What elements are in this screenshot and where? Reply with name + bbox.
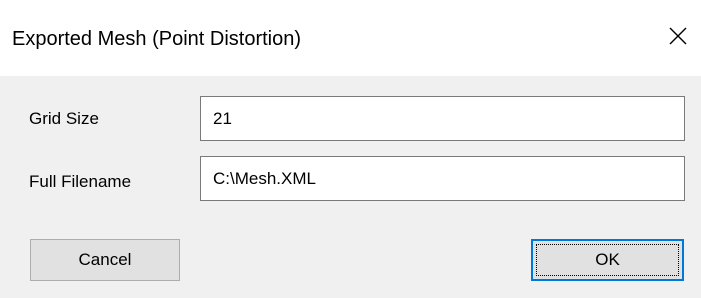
title-bar: Exported Mesh (Point Distortion) — [0, 0, 701, 76]
ok-button-label: OK — [595, 250, 620, 269]
full-filename-label: Full Filename — [29, 172, 132, 191]
grid-size-input[interactable] — [200, 96, 685, 141]
export-mesh-dialog: Exported Mesh (Point Distortion) Grid Si… — [0, 0, 701, 298]
full-filename-input[interactable] — [200, 156, 685, 201]
ok-button[interactable]: OK — [531, 239, 684, 281]
grid-size-label: Grid Size — [29, 109, 99, 128]
cancel-button[interactable]: Cancel — [30, 239, 180, 281]
close-button[interactable] — [655, 12, 701, 60]
window-title: Exported Mesh (Point Distortion) — [12, 28, 302, 50]
close-icon — [669, 27, 687, 45]
cancel-button-label: Cancel — [78, 250, 132, 269]
